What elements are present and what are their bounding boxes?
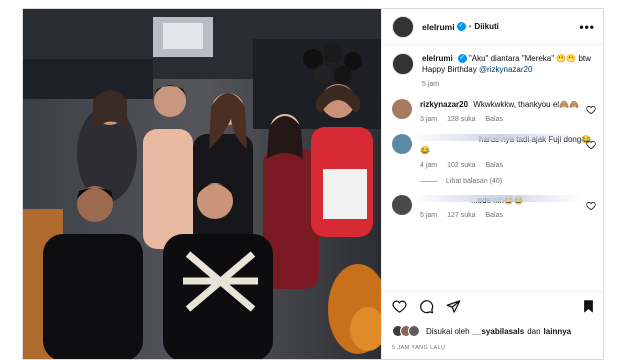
comment-username[interactable]: rizkynazar20 bbox=[420, 100, 468, 109]
post-photo[interactable] bbox=[23, 9, 381, 359]
view-replies-label[interactable]: Lihat balasan (40) bbox=[446, 178, 502, 185]
comment-thread[interactable]: elelrumi ✓ "Aku" diantara "Mereka" 😬😬 btw… bbox=[382, 45, 603, 287]
caption-avatar[interactable] bbox=[392, 53, 414, 75]
reply-button[interactable]: Balas bbox=[485, 162, 503, 169]
commenter-avatar[interactable] bbox=[392, 134, 412, 154]
likers-avatars bbox=[392, 325, 420, 337]
like-heart-icon[interactable] bbox=[392, 299, 407, 314]
instagram-post: elelrumi ✓ • Diikuti ••• elelrumi ✓ "Aku"… bbox=[22, 8, 604, 360]
likes-others[interactable]: lainnya bbox=[544, 327, 572, 336]
separator-dot: • bbox=[468, 22, 472, 31]
comment-item: harus nya tadi ajak Fuji dong😂😂 4 jam 10… bbox=[392, 134, 596, 171]
commenter-avatar[interactable] bbox=[392, 195, 412, 215]
comment-time: 4 jam bbox=[420, 162, 438, 169]
heart-icon[interactable] bbox=[586, 201, 596, 211]
action-bar bbox=[382, 291, 603, 321]
commenter-avatar[interactable] bbox=[392, 99, 412, 119]
verified-badge-icon: ✓ bbox=[457, 54, 467, 64]
post-time-ago[interactable]: 5 JAM YANG LALU bbox=[392, 345, 445, 351]
group-photo-illustration bbox=[23, 9, 381, 359]
caption-time: 5 jam bbox=[422, 81, 440, 88]
caption: elelrumi ✓ "Aku" diantara "Mereka" 😬😬 btw… bbox=[392, 53, 596, 90]
likes-prefix: Disukai oleh bbox=[426, 326, 470, 336]
comment-item: rizkynazar20 Wkwkwkkw, thankyou el🙈🙈 3 j… bbox=[392, 99, 596, 125]
likes-joiner: dan bbox=[527, 326, 541, 336]
share-send-icon[interactable] bbox=[446, 299, 461, 314]
comment-bubble-icon[interactable] bbox=[419, 299, 434, 314]
liker-avatar bbox=[408, 325, 420, 337]
heart-icon[interactable] bbox=[586, 105, 596, 115]
comment-text: Wkwkwkkw, thankyou el🙈🙈 bbox=[473, 100, 579, 109]
post-header: elelrumi ✓ • Diikuti ••• bbox=[382, 9, 603, 45]
verified-badge-icon: ✓ bbox=[456, 22, 466, 31]
following-button[interactable]: Diikuti bbox=[474, 22, 498, 31]
replies-divider bbox=[420, 181, 438, 182]
reply-button[interactable]: Balas bbox=[485, 212, 503, 219]
comment-time: 5 jam bbox=[420, 212, 438, 219]
redacted-username-bar bbox=[414, 195, 582, 202]
reply-button[interactable]: Balas bbox=[485, 116, 503, 123]
comment-likes[interactable]: 128 suka bbox=[447, 116, 475, 123]
comment-likes[interactable]: 102 suka bbox=[447, 162, 475, 169]
comment-time: 3 jam bbox=[420, 116, 438, 123]
comment-item: ...ode nih😂😂 5 jam 127 suka Balas bbox=[392, 195, 596, 221]
more-options-icon[interactable]: ••• bbox=[579, 20, 595, 34]
caption-username[interactable]: elelrumi bbox=[422, 54, 453, 63]
author-avatar[interactable] bbox=[392, 15, 414, 38]
author-username[interactable]: elelrumi bbox=[422, 22, 455, 32]
likes-summary[interactable]: Disukai oleh __syabilasals dan lainnya bbox=[392, 325, 571, 337]
view-replies-link[interactable]: Lihat balasan (40) bbox=[420, 178, 596, 185]
liker-username[interactable]: __syabilasals bbox=[473, 327, 525, 336]
post-side-panel: elelrumi ✓ • Diikuti ••• elelrumi ✓ "Aku"… bbox=[381, 9, 603, 359]
heart-icon[interactable] bbox=[586, 140, 596, 150]
comment-likes[interactable]: 127 suka bbox=[447, 212, 475, 219]
bookmark-icon[interactable] bbox=[581, 299, 596, 314]
caption-mention[interactable]: @rizkynazar20 bbox=[479, 65, 532, 74]
redacted-username-bar bbox=[414, 134, 582, 141]
